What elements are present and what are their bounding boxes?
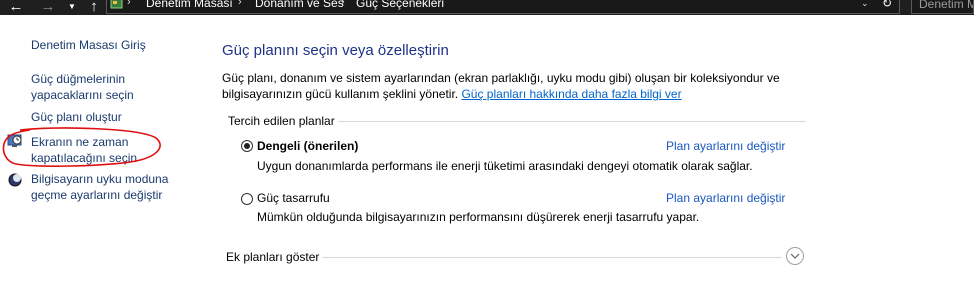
breadcrumb-separator: › (238, 0, 242, 8)
address-dropdown-chevron-icon[interactable]: ⌄ (861, 0, 869, 9)
description-text: bilgisayarınızın gücü kullanım şeklini y… (222, 87, 459, 101)
power-saver-plan-description: Mümkün olduğunda bilgisayarınızın perfor… (257, 210, 700, 224)
balanced-plan-radio[interactable] (241, 140, 253, 152)
search-input[interactable]: Denetim M (911, 0, 974, 14)
description-line-2: bilgisayarınızın gücü kullanım şeklini y… (222, 86, 780, 102)
recent-locations-chevron-icon[interactable]: ▼ (66, 0, 78, 15)
radio-selected-dot (244, 143, 250, 149)
sidebar-item-label: kapatılacağını seçin (31, 151, 138, 165)
sidebar-item-display-off[interactable]: Ekranın ne zaman kapatılacağını seçin (31, 134, 137, 166)
forward-arrow-icon[interactable]: → (40, 0, 56, 15)
breadcrumb-separator: › (127, 0, 131, 8)
sidebar-item-sleep-settings[interactable]: Bilgisayarın uyku moduna geçme ayarların… (31, 171, 168, 203)
page-description: Güç planı, donanım ve sistem ayarlarında… (222, 70, 780, 102)
power-plans-info-link[interactable]: Güç planları hakkında daha fazla bilgi v… (461, 87, 681, 101)
page-title: Güç planını seçin veya özelleştirin (222, 42, 449, 59)
sidebar-item-power-buttons[interactable]: Güç düğmelerinin yapacaklarını seçin (31, 71, 134, 103)
power-saver-plan-name[interactable]: Güç tasarrufu (257, 191, 330, 205)
sidebar-item-label: Güç planı oluştur (31, 110, 122, 124)
power-saver-plan-settings-link[interactable]: Plan ayarlarını değiştir (666, 191, 785, 205)
back-arrow-icon[interactable]: ← (8, 0, 24, 15)
search-placeholder: Denetim M (919, 0, 974, 11)
control-panel-icon (110, 0, 123, 9)
show-additional-plans-label: Ek planları göster (226, 250, 320, 264)
sidebar-item-label: Ekranın ne zaman (31, 135, 129, 149)
display-clock-icon (7, 134, 22, 147)
additional-plans-divider (322, 257, 782, 258)
balanced-plan-description: Uygun donanımlarda performans ile enerji… (257, 159, 753, 173)
balanced-plan-settings-link[interactable]: Plan ayarlarını değiştir (666, 139, 785, 153)
sidebar-home-label: Denetim Masası Giriş (31, 38, 146, 52)
breadcrumb-power-options[interactable]: Güç Seçenekleri (356, 0, 444, 10)
description-line: Güç planı, donanım ve sistem ayarlarında… (222, 71, 780, 85)
preferred-plans-label: Tercih edilen planlar (228, 114, 335, 128)
power-saver-plan-radio[interactable] (241, 193, 253, 205)
breadcrumb-hardware-sound[interactable]: Donanım ve Ses (255, 0, 344, 10)
sidebar-item-label: geçme ayarlarını değiştir (31, 188, 163, 202)
chevron-down-icon (790, 253, 800, 259)
sleep-moon-icon (8, 173, 22, 187)
sidebar-item-create-plan[interactable]: Güç planı oluştur (31, 109, 122, 125)
group-divider (338, 121, 806, 122)
sidebar-item-label: yapacaklarını seçin (31, 88, 134, 102)
expand-additional-plans-button[interactable] (786, 247, 804, 265)
sidebar-item-label: Bilgisayarın uyku moduna (31, 172, 169, 186)
balanced-plan-name[interactable]: Dengeli (önerilen) (257, 139, 358, 153)
address-field[interactable]: › Denetim Masası › Donanım ve Ses › Güç … (106, 0, 900, 14)
address-bar: ← → ▼ ↑ › Denetim Masası › Donanım ve Se… (0, 0, 974, 15)
up-arrow-icon[interactable]: ↑ (86, 0, 102, 15)
refresh-icon[interactable]: ↻ (882, 0, 892, 10)
breadcrumb-separator: › (341, 0, 345, 8)
sidebar-item-label: Güç düğmelerinin (31, 72, 126, 86)
breadcrumb-control-panel[interactable]: Denetim Masası (146, 0, 233, 10)
sidebar-control-panel-home[interactable]: Denetim Masası Giriş (31, 37, 146, 53)
